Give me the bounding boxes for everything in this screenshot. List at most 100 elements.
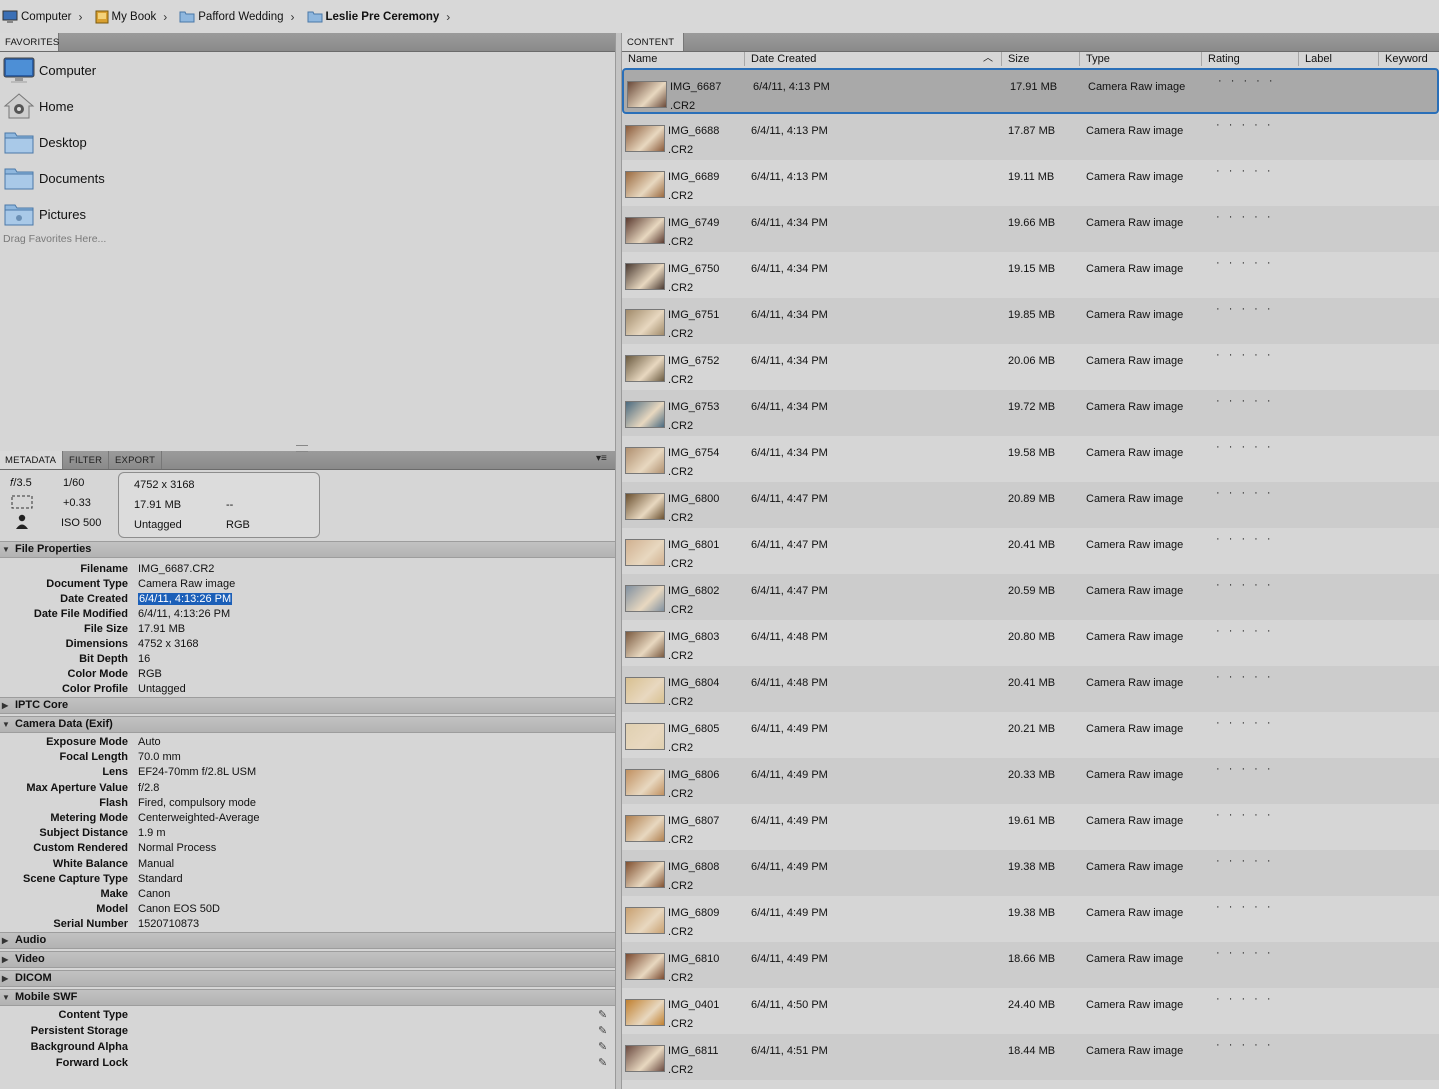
thumbnail-image[interactable] — [625, 585, 665, 612]
section-header-audio[interactable]: ▶ Audio — [0, 932, 615, 949]
panel-splitter[interactable] — [615, 33, 622, 1089]
file-row[interactable]: IMG_6689 .CR2 6/4/11, 4:13 PM 19.11 MB Camer… — [622, 160, 1439, 206]
section-header-dicom[interactable]: ▶ DICOM — [0, 970, 615, 987]
section-header-iptc[interactable]: ▶ IPTC Core — [0, 697, 615, 714]
tab-export[interactable]: EXPORT — [110, 451, 162, 469]
file-row[interactable]: IMG_6753 .CR2 6/4/11, 4:34 PM 19.72 MB Camer… — [622, 390, 1439, 436]
file-rating[interactable]: · · · · · — [1216, 993, 1274, 1005]
section-header-video[interactable]: ▶ Video — [0, 951, 615, 968]
thumbnail-image[interactable] — [625, 861, 665, 888]
panel-menu-icon[interactable]: ▾≡ — [596, 453, 607, 464]
column-header-name[interactable]: Name — [622, 52, 745, 66]
thumbnail-image[interactable] — [625, 217, 665, 244]
section-header-mobile[interactable]: ▼ Mobile SWF — [0, 989, 615, 1006]
thumbnail-image[interactable] — [625, 539, 665, 566]
metadata-value[interactable]: RGB — [138, 668, 162, 680]
file-row[interactable]: IMG_6810 .CR2 6/4/11, 4:49 PM 18.66 MB Camer… — [622, 942, 1439, 988]
file-row[interactable]: IMG_6804 .CR2 6/4/11, 4:48 PM 20.41 MB Camer… — [622, 666, 1439, 712]
file-row[interactable]: IMG_6803 .CR2 6/4/11, 4:48 PM 20.80 MB Camer… — [622, 620, 1439, 666]
breadcrumb-leslie-pre-ceremony[interactable]: Leslie Pre Ceremony › — [307, 10, 459, 24]
thumbnail-image[interactable] — [625, 907, 665, 934]
file-rating[interactable]: · · · · · — [1216, 395, 1274, 407]
column-header-size[interactable]: Size — [1002, 52, 1080, 66]
file-row[interactable]: IMG_6749 .CR2 6/4/11, 4:34 PM 19.66 MB Camer… — [622, 206, 1439, 252]
metadata-value[interactable]: Manual — [138, 858, 174, 870]
edit-pencil-icon[interactable]: ✎ — [598, 1056, 607, 1069]
file-rating[interactable]: · · · · · — [1216, 717, 1274, 729]
file-row[interactable]: IMG_6807 .CR2 6/4/11, 4:49 PM 19.61 MB Camer… — [622, 804, 1439, 850]
thumbnail-image[interactable] — [625, 953, 665, 980]
file-rating[interactable]: · · · · · — [1216, 625, 1274, 637]
edit-pencil-icon[interactable]: ✎ — [598, 1024, 607, 1037]
file-row[interactable]: IMG_6809 .CR2 6/4/11, 4:49 PM 19.38 MB Camer… — [622, 896, 1439, 942]
file-rating[interactable]: · · · · · — [1216, 947, 1274, 959]
file-rating[interactable]: · · · · · — [1216, 533, 1274, 545]
file-rating[interactable]: · · · · · — [1216, 763, 1274, 775]
file-row[interactable]: IMG_6801 .CR2 6/4/11, 4:47 PM 20.41 MB Camer… — [622, 528, 1439, 574]
file-row[interactable]: IMG_6802 .CR2 6/4/11, 4:47 PM 20.59 MB Camer… — [622, 574, 1439, 620]
file-row[interactable]: IMG_6750 .CR2 6/4/11, 4:34 PM 19.15 MB Camer… — [622, 252, 1439, 298]
thumbnail-image[interactable] — [625, 677, 665, 704]
file-row[interactable]: IMG_6811 .CR2 6/4/11, 4:51 PM 18.44 MB Camer… — [622, 1034, 1439, 1080]
metadata-value[interactable]: Normal Process — [138, 842, 216, 854]
metadata-value[interactable]: Camera Raw image — [138, 578, 235, 590]
favorite-desktop[interactable]: Desktop — [0, 124, 615, 160]
metadata-value[interactable]: 6/4/11, 4:13:26 PM — [138, 608, 230, 620]
section-header-camera[interactable]: ▼ Camera Data (Exif) — [0, 716, 615, 733]
thumbnail-image[interactable] — [625, 999, 665, 1026]
breadcrumb-computer[interactable]: Computer › — [2, 10, 91, 24]
thumbnail-image[interactable] — [625, 263, 665, 290]
thumbnail-image[interactable] — [625, 723, 665, 750]
metadata-value[interactable]: 4752 x 3168 — [138, 638, 199, 650]
breadcrumb-pafford-wedding[interactable]: Pafford Wedding › — [179, 10, 302, 24]
thumbnail-image[interactable] — [625, 631, 665, 658]
file-row[interactable]: IMG_6800 .CR2 6/4/11, 4:47 PM 20.89 MB Camer… — [622, 482, 1439, 528]
thumbnail-image[interactable] — [625, 493, 665, 520]
file-rating[interactable]: · · · · · — [1216, 487, 1274, 499]
metadata-value[interactable]: IMG_6687.CR2 — [138, 563, 214, 575]
file-rating[interactable]: · · · · · — [1216, 671, 1274, 683]
file-rating[interactable]: · · · · · — [1218, 75, 1276, 87]
file-rating[interactable]: · · · · · — [1216, 303, 1274, 315]
favorite-pictures[interactable]: Pictures — [0, 196, 615, 232]
column-header-rating[interactable]: Rating — [1202, 52, 1299, 66]
column-header-label[interactable]: Label — [1299, 52, 1379, 66]
file-rating[interactable]: · · · · · — [1216, 855, 1274, 867]
favorite-documents[interactable]: Documents — [0, 160, 615, 196]
file-row[interactable]: IMG_6808 .CR2 6/4/11, 4:49 PM 19.38 MB Camer… — [622, 850, 1439, 896]
resize-handle[interactable] — [296, 445, 308, 452]
metadata-value[interactable]: 1.9 m — [138, 827, 166, 839]
tab-favorites[interactable]: FAVORITES — [0, 33, 59, 51]
metadata-value[interactable]: Centerweighted-Average — [138, 812, 259, 824]
metadata-value[interactable]: 6/4/11, 4:13:26 PM — [138, 593, 233, 606]
metadata-value[interactable]: Canon EOS 50D — [138, 903, 220, 915]
tab-content[interactable]: CONTENT — [622, 33, 684, 51]
column-header-date[interactable]: Date Created ︿ — [745, 52, 1002, 66]
metadata-value[interactable]: Fired, compulsory mode — [138, 797, 256, 809]
metadata-value[interactable]: 1520710873 — [138, 918, 199, 930]
metadata-value[interactable]: Standard — [138, 873, 183, 885]
tab-filter[interactable]: FILTER — [64, 451, 109, 469]
edit-pencil-icon[interactable]: ✎ — [598, 1040, 607, 1053]
section-header-file[interactable]: ▼ File Properties — [0, 541, 615, 558]
column-header-keywords[interactable]: Keyword — [1379, 52, 1439, 66]
file-rating[interactable]: · · · · · — [1216, 165, 1274, 177]
file-row[interactable]: IMG_6754 .CR2 6/4/11, 4:34 PM 19.58 MB Camer… — [622, 436, 1439, 482]
metadata-value[interactable]: 16 — [138, 653, 150, 665]
file-row[interactable]: IMG_6806 .CR2 6/4/11, 4:49 PM 20.33 MB Camer… — [622, 758, 1439, 804]
file-rating[interactable]: · · · · · — [1216, 119, 1274, 131]
file-row[interactable]: IMG_6752 .CR2 6/4/11, 4:34 PM 20.06 MB Camer… — [622, 344, 1439, 390]
file-rating[interactable]: · · · · · — [1216, 1039, 1274, 1051]
thumbnail-image[interactable] — [625, 1045, 665, 1072]
file-rating[interactable]: · · · · · — [1216, 579, 1274, 591]
breadcrumb-my-book[interactable]: My Book › — [95, 10, 176, 24]
file-rating[interactable]: · · · · · — [1216, 257, 1274, 269]
edit-pencil-icon[interactable]: ✎ — [598, 1008, 607, 1021]
metadata-value[interactable]: Canon — [138, 888, 170, 900]
thumbnail-image[interactable] — [625, 171, 665, 198]
file-row[interactable]: IMG_6751 .CR2 6/4/11, 4:34 PM 19.85 MB Camer… — [622, 298, 1439, 344]
metadata-value[interactable]: f/2.8 — [138, 782, 159, 794]
file-rating[interactable]: · · · · · — [1216, 809, 1274, 821]
metadata-value[interactable]: 70.0 mm — [138, 751, 181, 763]
metadata-value[interactable]: Untagged — [138, 683, 186, 695]
